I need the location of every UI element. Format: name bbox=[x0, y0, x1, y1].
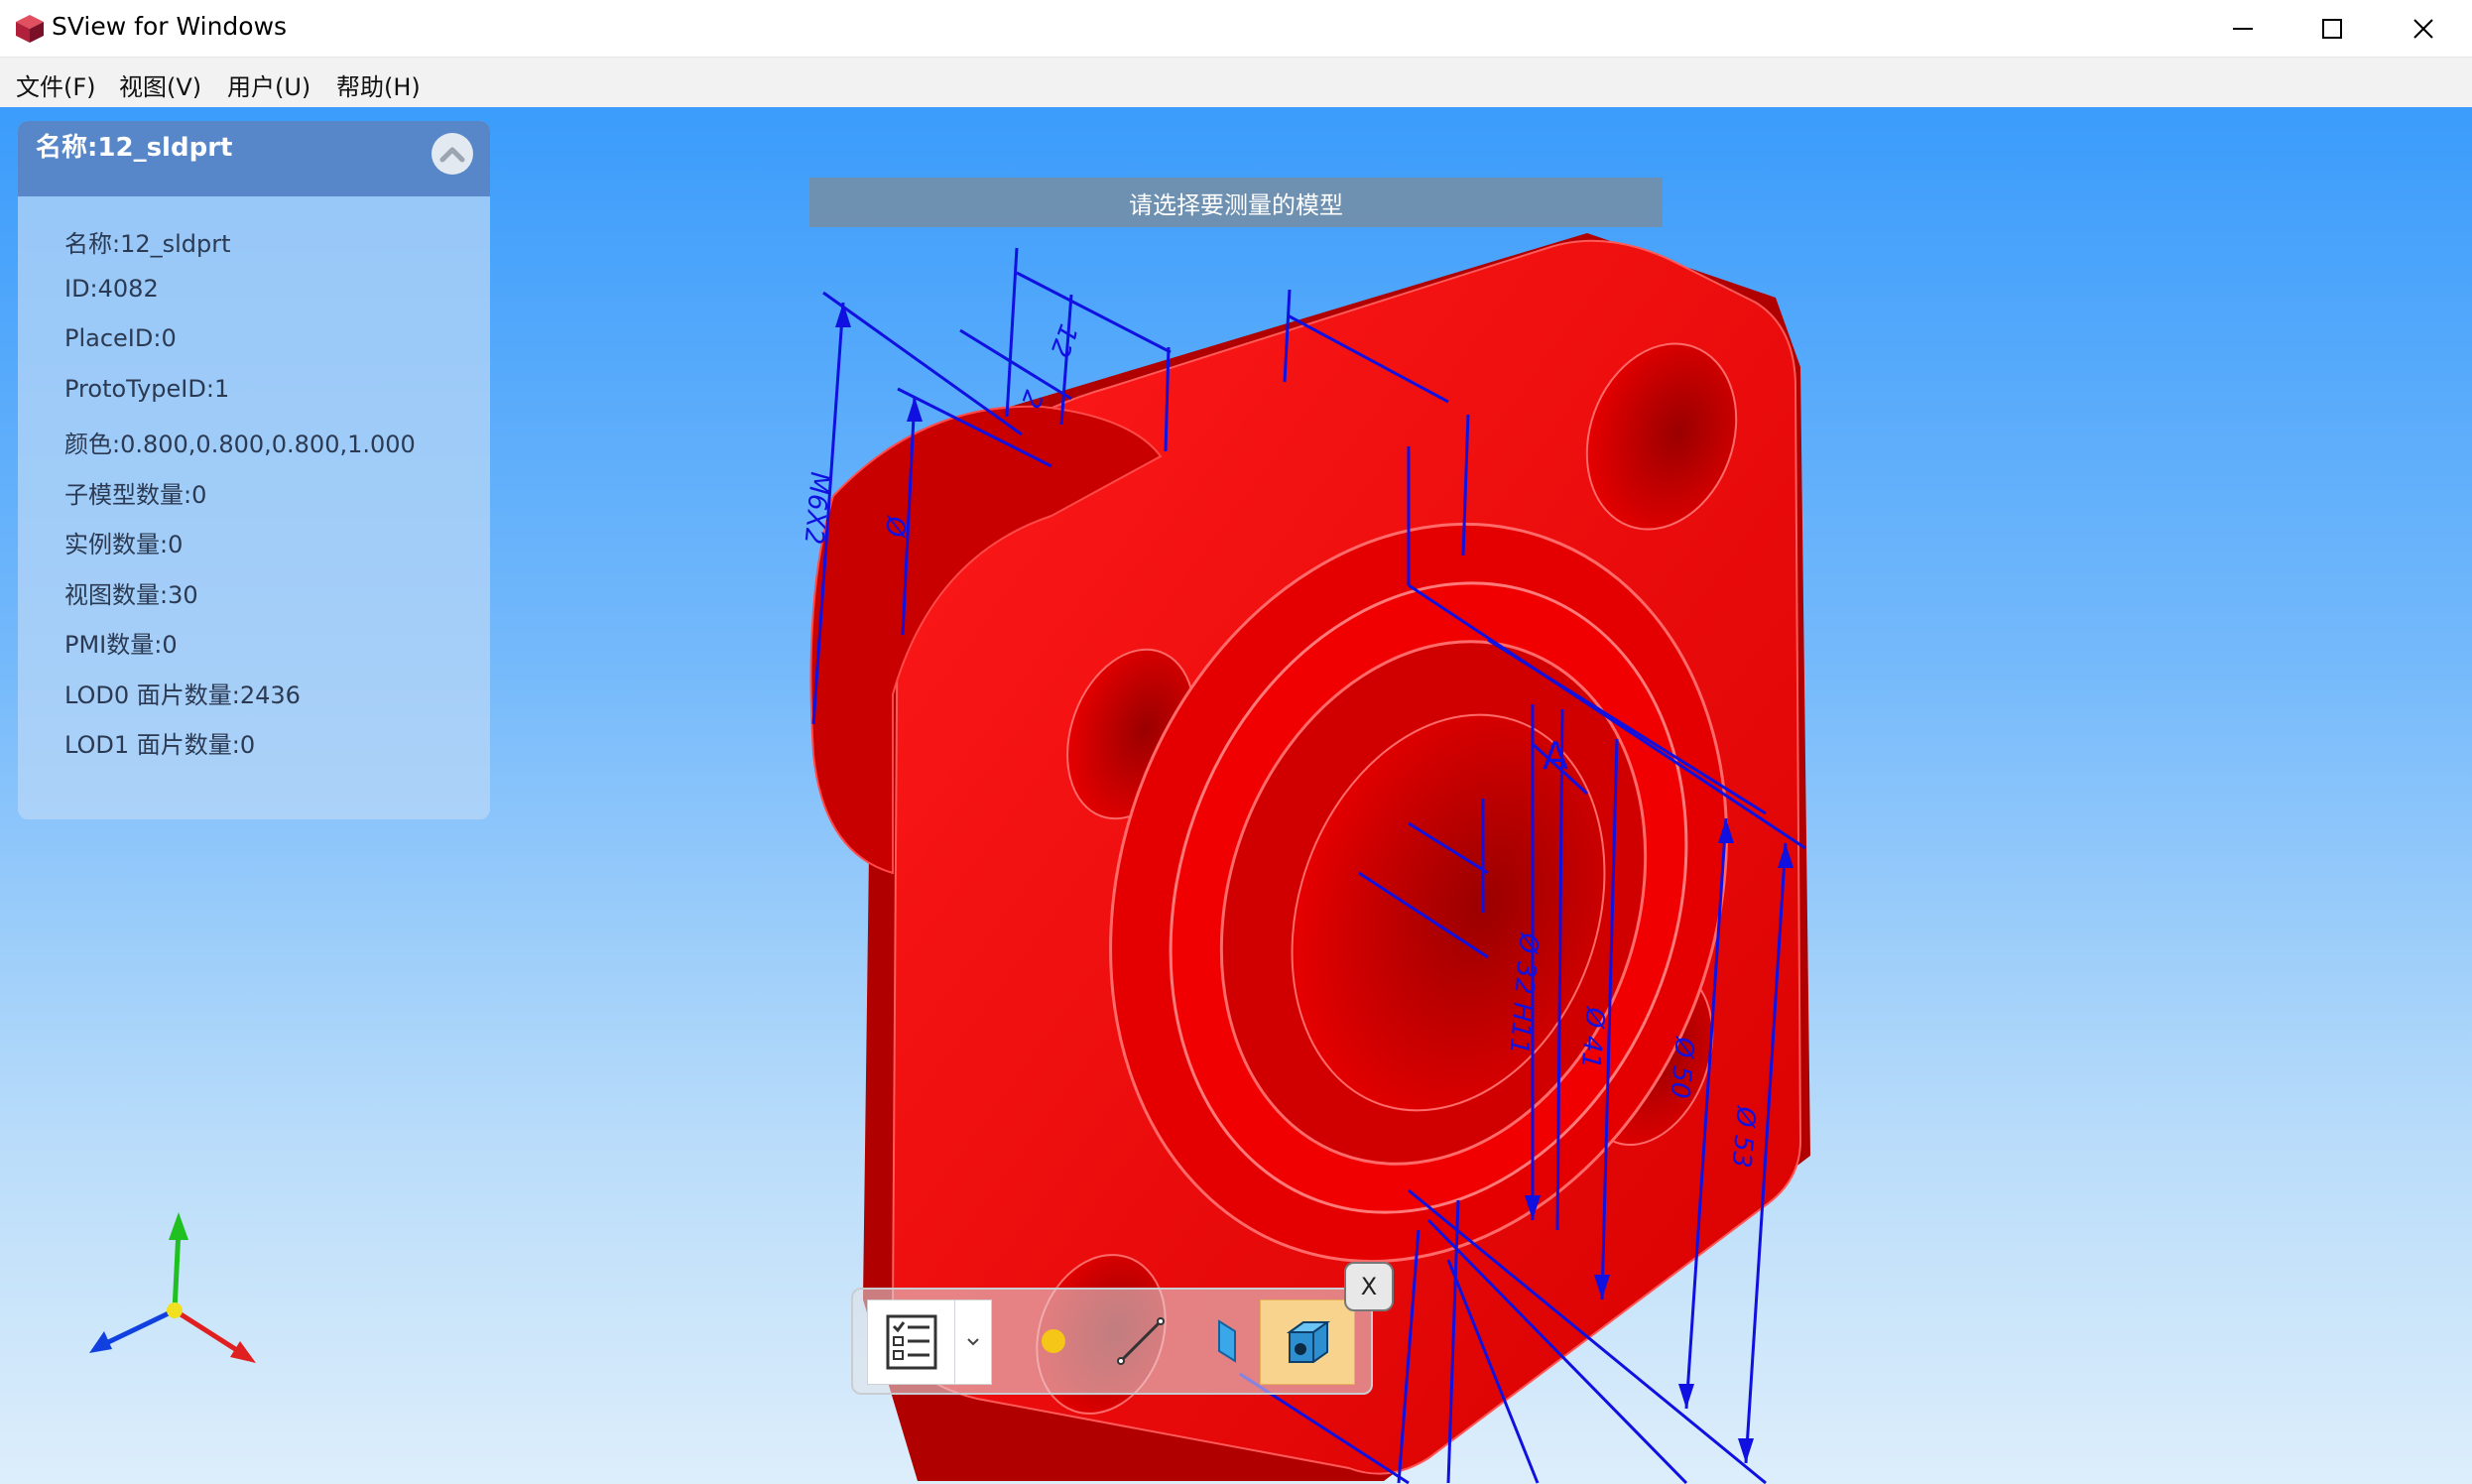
menu-bar: 文件(F) 视图(V) 用户(U) 帮助(H) bbox=[0, 58, 2472, 107]
panel-header: 名称:12_sldprt bbox=[18, 121, 490, 196]
line-icon bbox=[1117, 1317, 1165, 1365]
window-title: SView for Windows bbox=[52, 12, 288, 41]
property-color: 颜色:0.800,0.800,0.800,1.000 bbox=[64, 431, 416, 458]
collapse-button[interactable] bbox=[432, 133, 473, 175]
menu-help[interactable]: 帮助(H) bbox=[336, 67, 421, 102]
toolbar-close-button[interactable]: X bbox=[1344, 1262, 1394, 1311]
property-lod1-faces: LOD1 面片数量:0 bbox=[64, 731, 256, 759]
app-cube-icon bbox=[16, 15, 44, 43]
measure-list-dropdown[interactable] bbox=[954, 1299, 992, 1385]
property-id: ID:4082 bbox=[64, 275, 159, 303]
measure-point-button[interactable] bbox=[1012, 1299, 1095, 1383]
measure-line-button[interactable] bbox=[1099, 1299, 1182, 1383]
property-pmi-count: PMI数量:0 bbox=[64, 631, 178, 659]
measure-list-button[interactable] bbox=[867, 1299, 956, 1385]
axis-triad bbox=[89, 1212, 256, 1363]
dimension-text: Ø 41 bbox=[1575, 1005, 1610, 1069]
menu-user[interactable]: 用户(U) bbox=[227, 67, 310, 102]
title-bar: SView for Windows bbox=[0, 0, 2472, 58]
measure-toolbar bbox=[851, 1288, 1373, 1395]
measure-model-button[interactable] bbox=[1260, 1299, 1355, 1385]
minimize-icon bbox=[2233, 27, 2253, 30]
chevron-up-icon bbox=[439, 147, 465, 163]
close-button[interactable] bbox=[2379, 0, 2468, 57]
property-submodel-count: 子模型数量:0 bbox=[64, 481, 207, 509]
property-instance-count: 实例数量:0 bbox=[64, 531, 184, 558]
menu-file[interactable]: 文件(F) bbox=[16, 67, 96, 102]
close-icon bbox=[2413, 18, 2433, 39]
dimension-text: Ø bbox=[879, 514, 911, 540]
measure-hint: 请选择要测量的模型 bbox=[809, 178, 1663, 227]
dimension-text: M6X2 bbox=[799, 470, 834, 546]
point-icon bbox=[1042, 1329, 1065, 1353]
model-icon bbox=[1286, 1321, 1331, 1363]
property-prototypeid: ProtoTypeID:1 bbox=[64, 375, 230, 403]
minimize-button[interactable] bbox=[2198, 0, 2287, 57]
menu-view[interactable]: 视图(V) bbox=[119, 67, 201, 102]
measure-face-button[interactable] bbox=[1186, 1299, 1270, 1383]
property-placeid: PlaceID:0 bbox=[64, 324, 177, 352]
dimension-text: A bbox=[1543, 734, 1568, 778]
dimension-text: Ø 53 bbox=[1726, 1104, 1761, 1169]
chevron-down-icon bbox=[967, 1338, 979, 1346]
dimension-text: 12 bbox=[1044, 320, 1083, 361]
dimension-text: Ø 50 bbox=[1665, 1035, 1699, 1099]
property-panel: 名称:12_sldprt 名称:12_sldprt ID:4082 PlaceI… bbox=[18, 121, 490, 819]
panel-title: 名称:12_sldprt bbox=[36, 133, 233, 163]
property-name: 名称:12_sldprt bbox=[64, 230, 231, 258]
face-icon bbox=[1218, 1319, 1236, 1363]
property-view-count: 视图数量:30 bbox=[64, 581, 198, 609]
property-lod0-faces: LOD0 面片数量:2436 bbox=[64, 681, 301, 709]
checklist-icon bbox=[886, 1314, 937, 1370]
maximize-button[interactable] bbox=[2287, 0, 2377, 57]
maximize-icon bbox=[2322, 18, 2342, 39]
